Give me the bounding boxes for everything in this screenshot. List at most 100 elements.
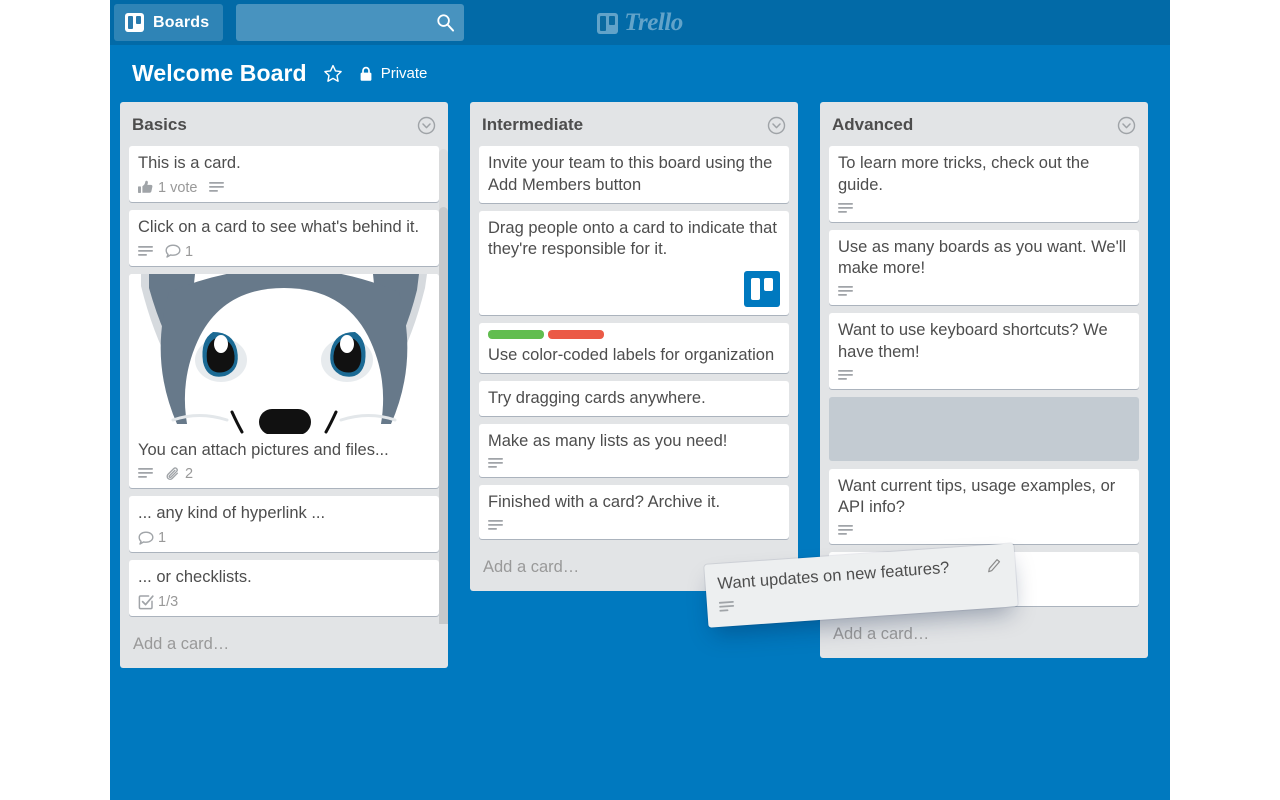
badge-text: 1 [158,530,167,547]
chevron-down-circle-icon [1117,116,1136,134]
attachment-icon [166,467,179,481]
card[interactable]: This is a card. 1 vote [129,146,439,202]
list-title: Intermediate [482,115,584,134]
description-icon [838,525,853,535]
card[interactable]: Want current tips, usage examples, or AP… [829,468,1139,545]
card-title: ... or checklists. [138,568,252,587]
card[interactable]: Invite your team to this board using the… [479,146,789,203]
trello-board-icon [597,12,619,34]
card[interactable]: Finished with a card? Archive it. [479,485,789,540]
board-visibility-button[interactable]: Private [359,65,428,82]
list-header: Advanced [820,102,1148,146]
description-badge [488,457,504,471]
card[interactable]: Make as many lists as you need! [479,423,789,478]
badge-text: 1 vote [158,179,198,196]
comment-badge: 1 [138,530,166,546]
thumbs-up-badge: 1 vote [138,180,198,196]
card-badges: 1 vote [138,180,430,196]
list-header: Intermediate [470,102,798,146]
badge-text: 1 [185,243,194,260]
drop-placeholder [829,396,1139,461]
description-badge [838,524,854,538]
card-title: Make as many lists as you need! [488,431,728,450]
card-labels [488,330,780,340]
attachment-badge: 2 [165,466,193,482]
card-badges [488,457,780,471]
list-scrollbar-thumb[interactable] [439,207,448,624]
card[interactable]: Want to use keyboard shortcuts? We have … [829,313,1139,389]
list-menu-button[interactable] [767,116,786,135]
card-title: Use color-coded labels for organization [488,346,775,365]
checklist-badge: 1/3 [138,594,178,610]
label-red[interactable] [548,330,604,340]
card-badges [838,369,1130,383]
card[interactable]: To learn more tricks, check out the guid… [829,146,1139,222]
list-menu-button[interactable] [417,116,436,135]
card[interactable]: ... or checklists. 1/3 [129,560,439,616]
list-menu-button[interactable] [1117,116,1136,135]
comment-icon [165,244,181,258]
card-title: Try dragging cards anywhere. [488,388,706,407]
description-icon [838,202,853,213]
description-badge [838,369,854,383]
card-title: Invite your team to this board using the… [488,154,773,194]
card-badges [838,524,1130,538]
add-card-button[interactable]: Add a card… [820,614,1148,658]
description-icon [718,600,735,612]
thumbs-up-icon [138,181,153,194]
list-basics: Basics This is a card. 1 vote Click on a… [120,102,448,668]
badge-text: 2 [185,466,194,483]
card[interactable]: Try dragging cards anywhere. [479,380,789,416]
description-icon [488,458,503,469]
card-badges [838,202,1130,216]
add-card-button[interactable]: Add a card… [120,624,448,668]
description-icon [138,468,153,479]
description-icon [838,369,853,380]
card[interactable]: Click on a card to see what's behind it.… [129,209,439,266]
card-badges [838,285,1130,299]
comment-badge: 1 [165,244,193,260]
lock-icon [360,66,372,81]
card-badges: 1 [138,530,430,546]
card-title: ... any kind of hyperlink ... [138,504,326,523]
description-badge [718,600,736,615]
trello-logo[interactable]: Trello [110,9,1170,37]
trello-logo-text: Trello [624,9,683,36]
trello-app: Boards Trello Welcome Board Private Basi… [110,0,1170,800]
card-title: Click on a card to see what's behind it. [138,217,420,236]
description-icon [488,520,503,530]
card[interactable]: You can attach pictures and files... 2 [129,273,439,489]
chevron-down-circle-icon [767,116,786,134]
list-cards: This is a card. 1 vote Click on a card t… [120,146,448,624]
card-title: This is a card. [138,154,241,172]
top-navigation-bar: Boards Trello [110,0,1170,45]
card-title: Use as many boards as you want. We'll ma… [838,237,1127,278]
board-visibility-label: Private [380,65,428,82]
list-cards: To learn more tricks, check out the guid… [820,146,1148,614]
avatar[interactable] [744,271,780,308]
husky-photo [129,273,439,434]
description-badge [488,519,504,533]
page-title: Welcome Board [132,60,307,86]
star-icon[interactable] [323,64,343,84]
description-badge [138,467,154,481]
pencil-icon[interactable] [985,556,1003,574]
card-badges: 2 [138,466,430,482]
description-badge [138,245,154,259]
description-icon [208,181,224,192]
card[interactable]: Drag people onto a card to indicate that… [479,210,789,316]
card[interactable]: Use as many boards as you want. We'll ma… [829,229,1139,306]
list-scrollbar-track[interactable] [439,149,448,624]
list-title: Basics [132,115,187,134]
card-title: Finished with a card? Archive it. [488,493,721,512]
card-cover [129,273,439,434]
label-green[interactable] [488,330,544,340]
board-header: Welcome Board Private [110,45,1170,102]
card[interactable]: ... any kind of hyperlink ... 1 [129,496,439,553]
card[interactable]: Use color-coded labels for organization [479,323,789,373]
description-icon [838,286,853,296]
comment-icon [138,531,154,545]
chevron-down-circle-icon [417,116,436,134]
card-title: You can attach pictures and files... [138,440,389,459]
board-canvas: Basics This is a card. 1 vote Click on a… [110,102,1170,668]
